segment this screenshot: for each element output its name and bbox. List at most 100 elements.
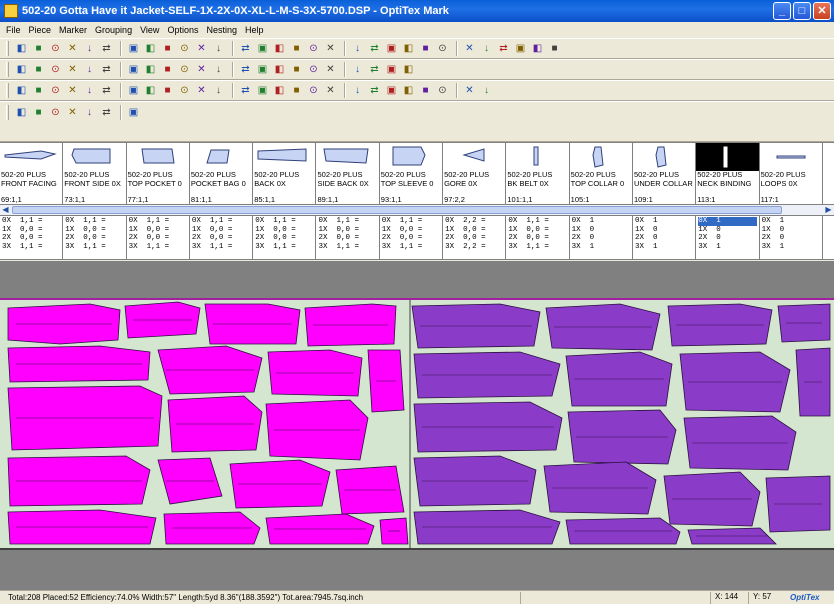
arrow-left-icon[interactable]: ✕ (194, 62, 209, 77)
mark-icon[interactable]: ✕ (65, 62, 80, 77)
box7-icon[interactable]: ▣ (126, 105, 141, 120)
help-icon[interactable]: ↓ (211, 41, 226, 56)
angle2-icon[interactable]: ⊙ (177, 83, 192, 98)
size-cell[interactable]: 0X 1,1 = 1X 0,0 = 2X 0,0 = 3X 1,1 = (380, 216, 444, 260)
piece-thumbnail[interactable] (190, 143, 252, 171)
size-row[interactable]: 1X 0,0 = (255, 226, 313, 235)
frame-icon[interactable]: ✕ (194, 83, 209, 98)
spread2-icon[interactable]: ◧ (143, 62, 158, 77)
grid-icon[interactable]: ■ (289, 41, 304, 56)
ruler-icon[interactable]: ◧ (272, 41, 287, 56)
nest3-icon[interactable]: ⊙ (48, 83, 63, 98)
spread-icon[interactable]: ▣ (126, 62, 141, 77)
size-cell[interactable]: 0X 1 1X 0 2X 0 3X 1 (760, 216, 823, 260)
flip-icon[interactable]: ⇄ (367, 62, 382, 77)
piece-cell[interactable]: 502-20 PLUS BK BELT 0X 101:1,1 (506, 143, 570, 205)
piece-thumbnail[interactable] (253, 143, 315, 171)
size-row[interactable]: 2X 0,0 = (318, 234, 376, 243)
zoom-out-icon[interactable]: ■ (418, 41, 433, 56)
piece-cell[interactable]: 502-20 PLUS GORE 0X 97:2,2 (443, 143, 507, 205)
piece-cell[interactable]: 502-20 PLUS TOP SLEEVE 0 93:1,1 (380, 143, 444, 205)
size-row[interactable]: 0X 1 (762, 217, 820, 226)
menu-piece[interactable]: Piece (25, 25, 56, 35)
rotate-r-icon[interactable]: ◧ (143, 83, 158, 98)
piece-thumbnail[interactable] (316, 143, 378, 171)
toolbar-grip[interactable] (6, 83, 9, 98)
size-row[interactable]: 2X 0,0 = (508, 234, 566, 243)
fill-icon[interactable]: ⊙ (306, 83, 321, 98)
box6-icon[interactable]: ⇄ (99, 105, 114, 120)
sheet-icon[interactable]: ⊙ (306, 41, 321, 56)
piece-strip-scrollbar[interactable]: ◀ ▶ (0, 205, 834, 216)
piece-cell[interactable]: 502-20 PLUS FRONT FACING 69:1,1 (0, 143, 64, 205)
size-row[interactable]: 1X 0,0 = (2, 226, 60, 235)
size-cell[interactable]: 0X 1 1X 0 2X 0 3X 1 (633, 216, 697, 260)
tool-icon[interactable]: ⇄ (367, 83, 382, 98)
piece-cell[interactable]: 502-20 PLUS POCKET BAG 0 81:1,1 (190, 143, 254, 205)
marker-layout[interactable] (0, 300, 834, 548)
size-row[interactable]: 0X 1,1 = (129, 217, 187, 226)
pointer-icon[interactable]: ◧ (14, 41, 29, 56)
size-row[interactable]: 0X 1,1 = (65, 217, 123, 226)
angle-icon[interactable]: ■ (160, 83, 175, 98)
piece-thumbnail[interactable] (0, 143, 62, 171)
redo-icon[interactable]: ↓ (479, 83, 494, 98)
size-cell[interactable]: 0X 1,1 = 1X 0,0 = 2X 0,0 = 3X 1,1 = (127, 216, 190, 260)
size-row[interactable]: 2X 0 (762, 234, 820, 243)
pack-icon[interactable]: ↓ (82, 62, 97, 77)
scroll-left-icon[interactable]: ◀ (0, 205, 11, 215)
menu-view[interactable]: View (136, 25, 163, 35)
size-row[interactable]: 3X 1,1 = (2, 243, 60, 252)
size-row[interactable]: 0X 1,1 = (2, 217, 60, 226)
size-row[interactable]: 2X 0,0 = (65, 234, 123, 243)
size-row[interactable]: 0X 1 (635, 217, 693, 226)
box3-icon[interactable]: ⊙ (48, 105, 63, 120)
layout-icon[interactable]: ■ (160, 41, 175, 56)
scroll-thumb[interactable] (12, 206, 782, 214)
piece-cell[interactable]: 502-20 PLUS FRONT SIDE 0X 73:1,1 (63, 143, 127, 205)
size-row[interactable]: 0X 1 (572, 217, 630, 226)
export-icon[interactable]: ✕ (194, 41, 209, 56)
rotate-icon[interactable]: ✕ (323, 62, 338, 77)
size-row[interactable]: 1X 0,0 = (129, 226, 187, 235)
whatsthis-icon[interactable]: ⇄ (238, 41, 253, 56)
doc2-icon[interactable]: ↓ (350, 41, 365, 56)
piece-cell[interactable]: 502-20 PLUS BACK 0X 85:1,1 (253, 143, 317, 205)
align-icon[interactable]: ⇄ (496, 41, 511, 56)
size-row[interactable]: 2X 0,0 = (2, 234, 60, 243)
table-icon[interactable]: ↓ (479, 41, 494, 56)
arrange-icon[interactable]: ▣ (513, 41, 528, 56)
size-cell[interactable]: 0X 1,1 = 1X 0,0 = 2X 0,0 = 3X 1,1 = (506, 216, 570, 260)
piece-thumbnail[interactable] (633, 143, 695, 171)
piece-thumbnail[interactable] (696, 143, 759, 171)
zoom-fit-icon[interactable]: ⊙ (435, 41, 450, 56)
marker-canvas[interactable] (0, 298, 834, 550)
size-cell[interactable]: 0X 2,2 = 1X 0,0 = 2X 0,0 = 3X 2,2 = (443, 216, 507, 260)
size-cell[interactable]: 0X 1,1 = 1X 0,0 = 2X 0,0 = 3X 1,1 = (253, 216, 317, 260)
flip-v-icon[interactable]: ⇄ (99, 83, 114, 98)
print2-icon[interactable]: ⊙ (177, 41, 192, 56)
piece-cell[interactable]: 502-20 PLUS TOP POCKET 0 77:1,1 (127, 143, 190, 205)
triangle-icon[interactable]: ◧ (272, 62, 287, 77)
size-row[interactable]: 1X 0,0 = (508, 226, 566, 235)
undo-icon[interactable]: ✕ (462, 83, 477, 98)
pen-icon[interactable]: ▣ (384, 62, 399, 77)
print-icon[interactable]: ↓ (82, 41, 97, 56)
zoom-all-icon[interactable]: ✕ (462, 41, 477, 56)
size-row[interactable]: 3X 1,1 = (255, 243, 313, 252)
size-row[interactable]: 2X 0,0 = (382, 234, 440, 243)
size-row[interactable]: 2X 0 (635, 234, 693, 243)
box2-icon[interactable]: ■ (31, 105, 46, 120)
doc-icon[interactable]: ✕ (323, 41, 338, 56)
piece-cell[interactable]: 502-20 PLUS SIDE BACK 0X 89:1,1 (316, 143, 380, 205)
size-row[interactable]: 0X 1,1 = (318, 217, 376, 226)
toolbar-grip[interactable] (6, 41, 9, 56)
chart-icon[interactable]: ↓ (211, 83, 226, 98)
size-row[interactable]: 3X 1,1 = (129, 243, 187, 252)
size-row[interactable]: 3X 1,1 = (508, 243, 566, 252)
open-icon[interactable]: ⊙ (48, 41, 63, 56)
size-cell[interactable]: 0X 1,1 = 1X 0,0 = 2X 0,0 = 3X 1,1 = (316, 216, 380, 260)
box4-icon[interactable]: ✕ (65, 105, 80, 120)
size-row[interactable]: 2X 0,0 = (192, 234, 250, 243)
size-cell[interactable]: 0X 1 1X 0 2X 0 3X 1 (570, 216, 633, 260)
